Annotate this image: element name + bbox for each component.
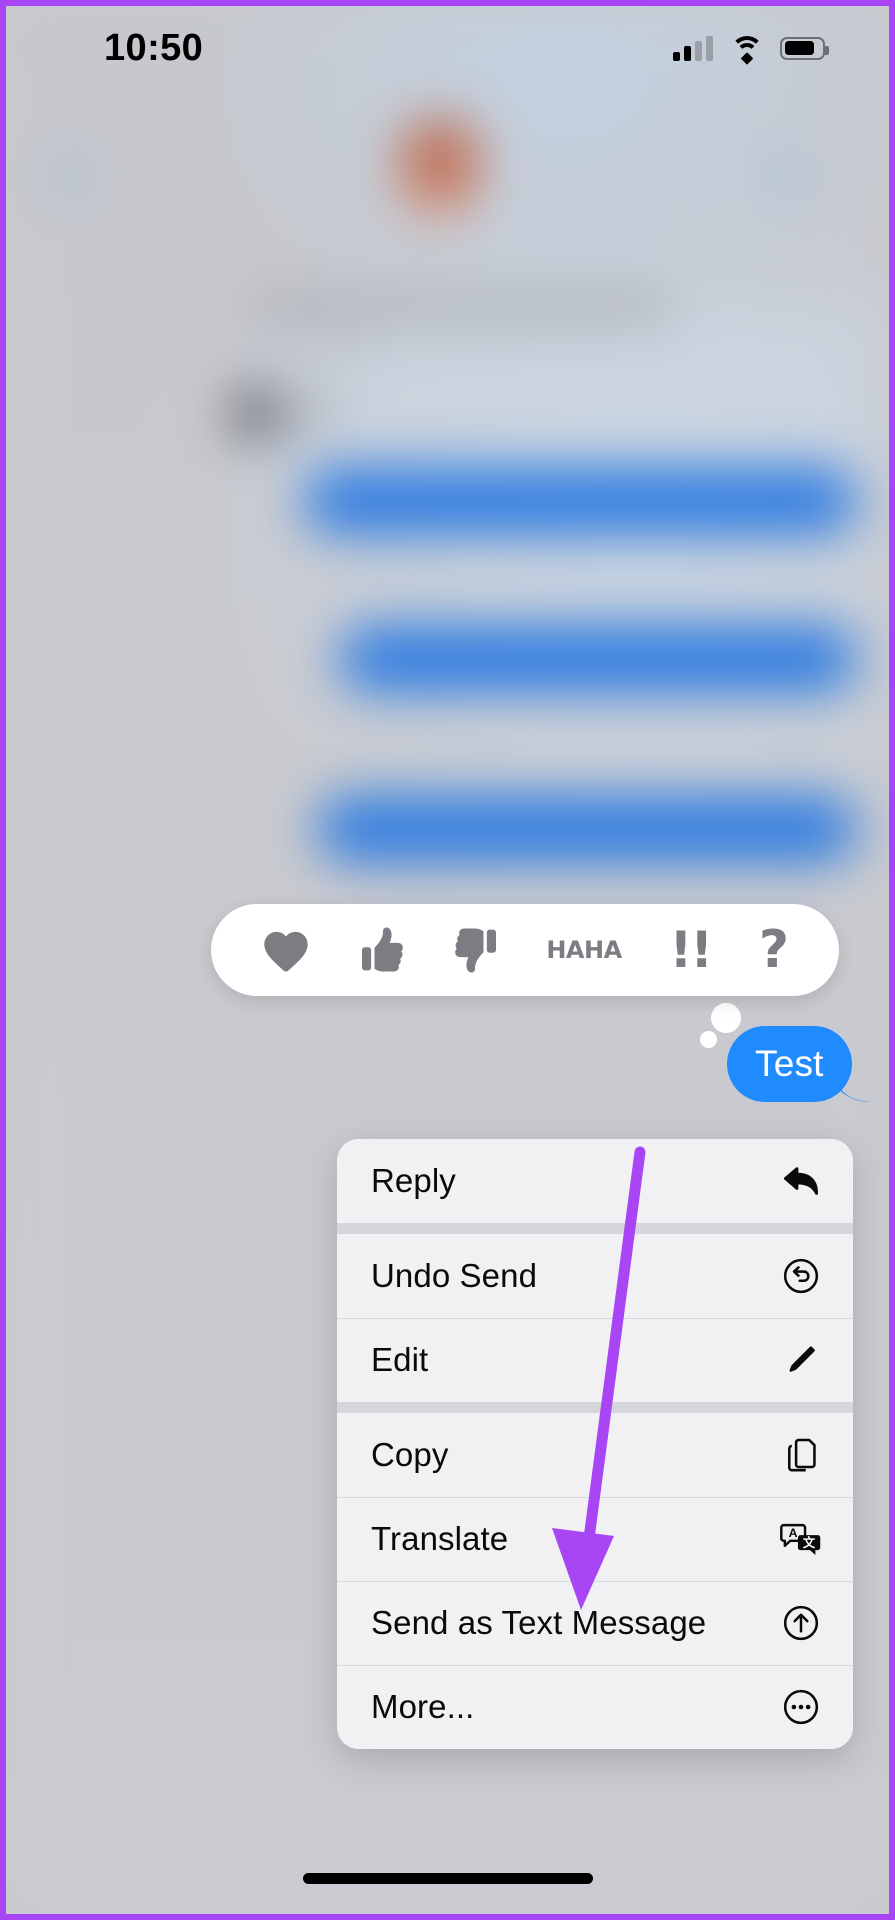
exclamation-icon[interactable]: !! xyxy=(670,925,714,975)
question-icon[interactable]: ? xyxy=(759,924,789,976)
menu-item-label: Reply xyxy=(371,1162,456,1199)
menu-item-more[interactable]: More... xyxy=(337,1665,853,1749)
contact-name-blurred xyxy=(252,291,672,325)
selected-message-text: Test xyxy=(755,1043,824,1084)
context-menu-group-1: Reply xyxy=(337,1139,853,1223)
reply-arrow-icon xyxy=(779,1163,823,1199)
message-context-menu[interactable]: Reply Undo Send Edit Copy Translate A 文 … xyxy=(337,1139,853,1749)
app-icon-blurred xyxy=(234,388,280,440)
menu-item-label: More... xyxy=(371,1688,475,1725)
context-menu-separator xyxy=(337,1402,853,1413)
context-menu-separator xyxy=(337,1223,853,1234)
contact-subtitle-blurred xyxy=(256,328,376,348)
tapback-tail-dot-large xyxy=(711,1003,741,1033)
home-indicator xyxy=(302,1873,593,1884)
tapback-tail-dot-small xyxy=(700,1031,717,1048)
menu-item-label: Edit xyxy=(371,1341,429,1378)
thumbs-up-icon[interactable] xyxy=(359,925,405,975)
heart-icon[interactable] xyxy=(261,927,311,973)
menu-item-copy[interactable]: Copy xyxy=(337,1413,853,1497)
context-menu-group-3: Copy Translate A 文 Send as Text Message … xyxy=(337,1413,853,1749)
tapback-reaction-bar[interactable]: HA HA !! ? xyxy=(211,904,839,996)
cellular-signal-icon xyxy=(673,35,713,61)
haha-icon[interactable]: HA HA xyxy=(546,935,622,964)
facetime-button-blurred xyxy=(766,156,800,198)
contact-avatar-blurred xyxy=(398,118,482,223)
status-bar-time: 10:50 xyxy=(104,26,204,69)
status-bar-icons xyxy=(673,35,829,65)
haha-line-1: HA xyxy=(546,935,585,964)
wifi-icon xyxy=(730,35,763,65)
haha-line-2: HA xyxy=(584,935,622,964)
menu-item-edit[interactable]: Edit xyxy=(337,1318,853,1402)
menu-item-label: Undo Send xyxy=(371,1257,538,1294)
message-bubble-blurred xyxy=(317,796,857,862)
thumbs-down-icon[interactable] xyxy=(453,925,499,975)
menu-item-label: Send as Text Message xyxy=(371,1604,707,1641)
translate-icon: A 文 xyxy=(779,1521,823,1557)
app-icon-secondary-blurred xyxy=(298,392,328,430)
undo-circle-icon xyxy=(779,1257,823,1295)
menu-item-send-as-text-message[interactable]: Send as Text Message xyxy=(337,1581,853,1665)
selected-message-bubble[interactable]: Test xyxy=(727,1026,852,1102)
menu-item-translate[interactable]: Translate A 文 xyxy=(337,1497,853,1581)
battery-icon xyxy=(780,36,829,60)
arrow-up-circle-icon xyxy=(779,1604,823,1642)
menu-item-label: Translate xyxy=(371,1520,509,1557)
menu-item-undo-send[interactable]: Undo Send xyxy=(337,1234,853,1318)
message-bubble-blurred xyxy=(339,626,857,692)
back-button-blurred xyxy=(54,156,88,198)
copy-documents-icon xyxy=(779,1436,823,1474)
svg-text:A: A xyxy=(789,1526,798,1540)
menu-item-reply[interactable]: Reply xyxy=(337,1139,853,1223)
menu-item-label: Copy xyxy=(371,1436,449,1473)
status-bar: 10:50 xyxy=(6,6,889,90)
ellipsis-circle-icon xyxy=(779,1688,823,1726)
context-menu-group-2: Undo Send Edit xyxy=(337,1234,853,1402)
svg-text:文: 文 xyxy=(803,1535,816,1550)
phone-screenshot-frame: 10:50 HA HA !! ? Test Reply Undo Send Ed… xyxy=(0,0,895,1920)
message-bubble-blurred xyxy=(304,468,857,534)
pencil-icon xyxy=(779,1342,823,1378)
